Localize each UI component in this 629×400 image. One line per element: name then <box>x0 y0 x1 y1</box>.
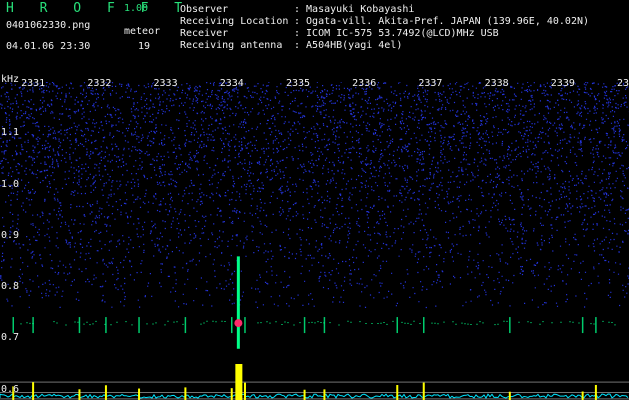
intensity-bar <box>396 385 399 400</box>
y-tick-label: 1.1 <box>1 127 20 139</box>
info-value: : Ogata-vill. Akita-Pref. JAPAN (139.96E… <box>294 16 590 27</box>
y-tick-label: 0.8 <box>1 281 20 293</box>
intensity-bar <box>184 387 187 400</box>
x-tick-label: 2334 <box>219 78 244 89</box>
x-tick-label: 2339 <box>550 78 575 89</box>
info-value: : Masayuki Kobayashi <box>294 4 415 15</box>
strong-intensity-bar <box>235 364 243 400</box>
header: H R O F F T 1.00 0401062330.png meteor 0… <box>0 0 629 75</box>
info-row-receiver: Receiver : ICOM IC-575 53.7492(@LCD)MHz U… <box>180 28 589 40</box>
info-key: Receiving Location <box>180 16 289 27</box>
intensity-bar <box>422 382 425 400</box>
info-value: : A504HB(yagi 4el) <box>294 40 403 51</box>
y-tick-label: 0.7 <box>1 332 20 344</box>
intensity-bar <box>78 389 81 400</box>
y-tick-label: 0.9 <box>1 229 20 241</box>
app-brand: H R O F F T <box>6 1 192 16</box>
intensity-bar <box>138 388 141 400</box>
observation-datetime: 04.01.06 23:30 <box>6 41 91 52</box>
x-tick-label: 2338 <box>484 78 509 89</box>
intensity-bar <box>104 385 107 400</box>
meteor-label: meteor <box>124 26 161 37</box>
intensity-bar <box>303 389 306 400</box>
image-filename: 0401062330.png <box>6 20 91 31</box>
info-row-observer: Observer : Masayuki Kobayashi <box>180 4 589 16</box>
intensity-bar <box>581 391 584 400</box>
x-tick-label: 2333 <box>153 78 178 89</box>
meteor-count: 19 <box>138 41 151 52</box>
info-key: Observer <box>180 4 229 15</box>
intensity-bar <box>32 382 35 400</box>
y-tick-label: 0.6 <box>1 383 20 395</box>
y-tick-label: 1.0 <box>1 178 20 190</box>
station-info: Observer : Masayuki Kobayashi Receiving L… <box>180 4 589 52</box>
spectrogram-waterfall <box>0 82 629 400</box>
intensity-bar <box>323 389 326 400</box>
strong-meteor-peak <box>234 319 243 328</box>
x-tick-label: 2337 <box>418 78 443 89</box>
intensity-bar <box>230 388 233 400</box>
intensity-bar <box>508 391 511 400</box>
info-key: Receiver <box>180 28 229 39</box>
info-value: : ICOM IC-575 53.7492(@LCD)MHz USB <box>294 28 499 39</box>
app-version: 1.00 <box>124 3 149 14</box>
x-tick-label: 2332 <box>87 78 112 89</box>
x-tick-label: 2335 <box>285 78 311 89</box>
x-tick-label: 2340 <box>617 78 629 89</box>
intensity-bar <box>594 384 597 400</box>
info-row-location: Receiving Location : Ogata-vill. Akita-Pr… <box>180 16 589 28</box>
intensity-bar <box>243 382 246 400</box>
info-row-antenna: Receiving antenna : A504HB(yagi 4el) <box>180 40 589 52</box>
x-tick-label: 2331 <box>21 78 46 89</box>
x-tick-label: 2336 <box>352 78 377 89</box>
info-key: Receiving antenna <box>180 40 283 51</box>
